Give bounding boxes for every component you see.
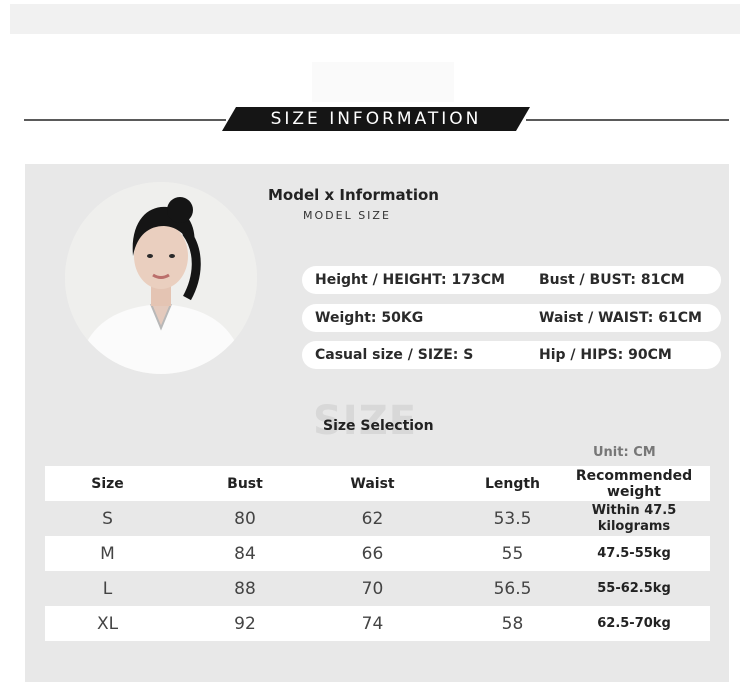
table-row: L 88 70 56.5 55-62.5kg bbox=[45, 571, 710, 606]
size-selection-title: Size Selection bbox=[323, 418, 434, 434]
recommended-weight-cell: 47.5-55kg bbox=[597, 545, 671, 561]
bust-value: Bust / BUST: 81CM bbox=[539, 272, 685, 288]
table-row: XL 92 74 58 62.5-70kg bbox=[45, 606, 710, 641]
hips-value: Hip / HIPS: 90CM bbox=[539, 347, 672, 363]
size-cell: S bbox=[102, 508, 113, 529]
model-information-heading: Model x Information bbox=[268, 186, 439, 204]
height-value: Height / HEIGHT: 173CM bbox=[315, 272, 505, 288]
weight-value: Weight: 50KG bbox=[315, 310, 424, 326]
model-size-subheading: MODEL SIZE bbox=[303, 209, 391, 222]
waist-cell: 62 bbox=[361, 508, 384, 529]
model-photo bbox=[65, 182, 257, 374]
header-waist: Waist bbox=[350, 475, 395, 492]
recommended-weight-cell: 62.5-70kg bbox=[597, 615, 671, 631]
bust-cell: 88 bbox=[234, 578, 256, 599]
top-band bbox=[10, 4, 740, 34]
length-cell: 58 bbox=[501, 613, 524, 634]
model-info-row: Height / HEIGHT: 173CM Bust / BUST: 81CM bbox=[302, 266, 721, 294]
size-information-banner: SIZE INFORMATION bbox=[222, 107, 530, 131]
header-recommended-weight: Recommended weight bbox=[575, 467, 693, 500]
model-info-row: Weight: 50KG Waist / WAIST: 61CM bbox=[302, 304, 721, 332]
title-divider-right bbox=[526, 119, 729, 121]
model-info-row: Casual size / SIZE: S Hip / HIPS: 90CM bbox=[302, 341, 721, 369]
size-info-panel: Model x Information MODEL SIZE Height / … bbox=[25, 164, 729, 682]
header-bust: Bust bbox=[227, 475, 263, 492]
recommended-weight-cell: 55-62.5kg bbox=[597, 580, 671, 596]
waist-cell: 70 bbox=[361, 578, 384, 599]
title-divider-left bbox=[24, 119, 226, 121]
faint-block bbox=[312, 62, 454, 102]
length-cell: 56.5 bbox=[493, 578, 532, 599]
length-cell: 53.5 bbox=[493, 508, 532, 529]
header-length: Length bbox=[484, 475, 541, 492]
bust-cell: 84 bbox=[234, 543, 256, 564]
waist-cell: 66 bbox=[361, 543, 384, 564]
header-size: Size bbox=[91, 475, 124, 492]
waist-value: Waist / WAIST: 61CM bbox=[539, 310, 702, 326]
table-header-row: Size Bust Waist Length Recommended weigh… bbox=[45, 466, 710, 501]
bust-cell: 80 bbox=[234, 508, 256, 529]
unit-label: Unit: CM bbox=[593, 445, 656, 460]
size-cell: M bbox=[100, 543, 115, 564]
waist-cell: 74 bbox=[361, 613, 384, 634]
casual-size-value: Casual size / SIZE: S bbox=[315, 347, 474, 363]
length-cell: 55 bbox=[501, 543, 524, 564]
table-row: M 84 66 55 47.5-55kg bbox=[45, 536, 710, 571]
size-cell: XL bbox=[96, 613, 119, 634]
table-row: S 80 62 53.5 Within 47.5 kilograms bbox=[45, 501, 710, 536]
model-avatar bbox=[65, 182, 257, 374]
size-cell: L bbox=[102, 578, 113, 599]
recommended-weight-cell: Within 47.5 kilograms bbox=[591, 502, 677, 534]
bust-cell: 92 bbox=[234, 613, 256, 634]
